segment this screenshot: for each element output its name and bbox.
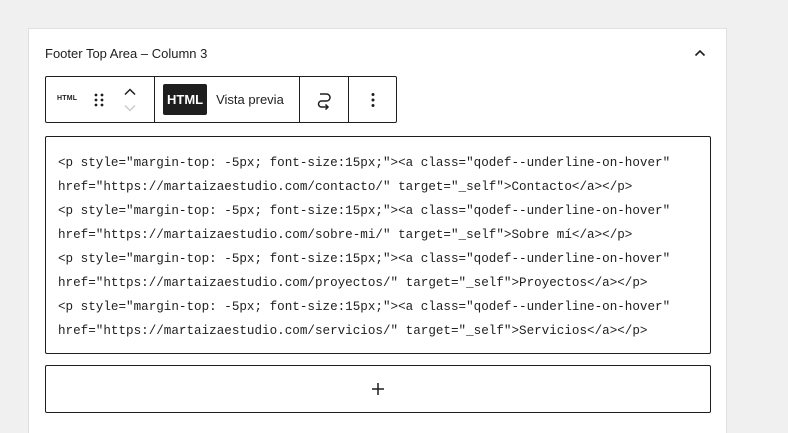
- code-line: href="https://martaizaestudio.com/sobre-…: [58, 228, 633, 242]
- preview-tab[interactable]: Vista previa: [216, 92, 284, 107]
- code-line: href="https://martaizaestudio.com/proyec…: [58, 276, 648, 290]
- panel-title: Footer Top Area – Column 3: [45, 46, 208, 61]
- move-up-icon[interactable]: [122, 86, 138, 98]
- add-block-button[interactable]: [45, 365, 711, 413]
- transform-group: [299, 77, 348, 122]
- footer-column-panel: Footer Top Area – Column 3 HTML HTML Vis…: [28, 28, 727, 433]
- html-block-icon[interactable]: HTML: [57, 95, 77, 102]
- drag-handle-icon[interactable]: [92, 92, 106, 108]
- move-down-icon[interactable]: [122, 102, 138, 114]
- transform-icon[interactable]: [314, 90, 334, 110]
- more-vertical-icon[interactable]: [363, 90, 383, 110]
- code-line: <p style="margin-top: -5px; font-size:15…: [58, 204, 671, 218]
- code-line: <p style="margin-top: -5px; font-size:15…: [58, 300, 671, 314]
- html-tab[interactable]: HTML: [163, 84, 208, 115]
- view-mode-group: HTML Vista previa: [154, 77, 299, 122]
- code-line: <p style="margin-top: -5px; font-size:15…: [58, 252, 671, 266]
- code-line: href="https://martaizaestudio.com/contac…: [58, 180, 633, 194]
- code-line: href="https://martaizaestudio.com/servic…: [58, 324, 648, 338]
- block-toolbar: HTML HTML Vista previa: [45, 76, 397, 123]
- panel-header[interactable]: Footer Top Area – Column 3: [29, 29, 726, 77]
- code-line: <p style="margin-top: -5px; font-size:15…: [58, 156, 671, 170]
- chevron-up-icon[interactable]: [692, 45, 708, 61]
- block-controls-group: HTML: [46, 77, 154, 122]
- plus-icon: [372, 383, 384, 395]
- options-group: [348, 77, 396, 122]
- html-code-editor[interactable]: <p style="margin-top: -5px; font-size:15…: [45, 136, 711, 354]
